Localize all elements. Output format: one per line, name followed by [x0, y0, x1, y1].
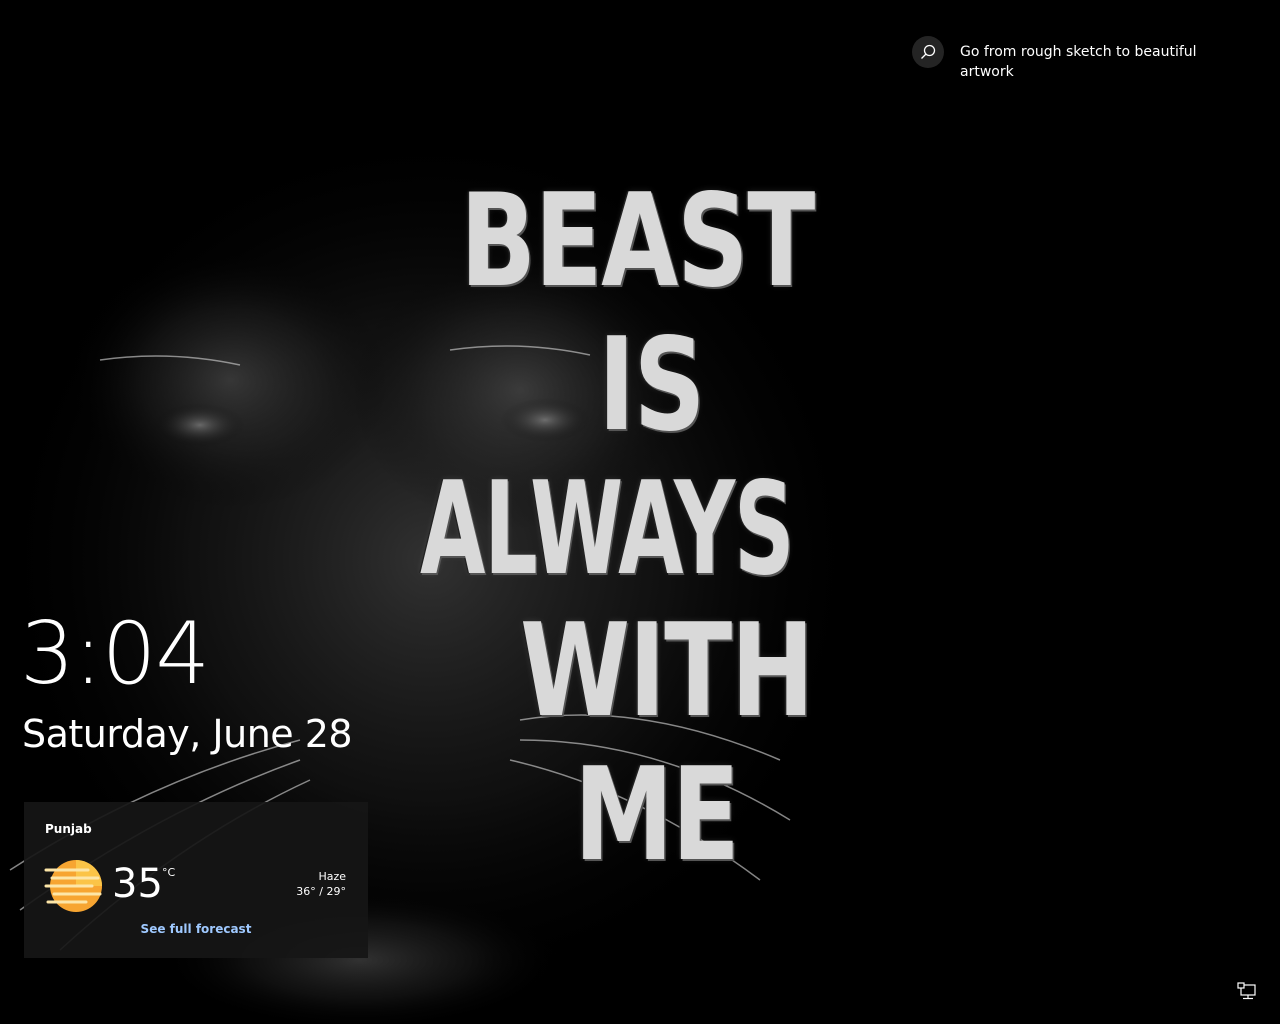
haze-sun-icon: [44, 856, 106, 914]
see-full-forecast-link[interactable]: See full forecast: [24, 922, 368, 936]
weather-card[interactable]: Punjab 35 °C Haze 36° / 29° See full for…: [24, 802, 368, 958]
network-icon[interactable]: [1236, 980, 1260, 1004]
wallpaper-text-line-3: ALWAYS: [420, 455, 795, 604]
lock-screen-date: Saturday, June 28: [22, 712, 353, 756]
wallpaper-text-line-5: ME: [574, 741, 740, 890]
weather-location: Punjab: [45, 822, 92, 836]
wallpaper-text-line-1: BEAST: [460, 167, 815, 316]
weather-condition: Haze: [318, 870, 346, 883]
weather-unit: °C: [162, 866, 176, 879]
search-icon[interactable]: [912, 36, 944, 68]
lock-screen: BEAST IS ALWAYS WITH ME Go from rough sk…: [0, 0, 1280, 1024]
lock-screen-time: 3:04: [20, 604, 210, 704]
wallpaper-text-line-2: IS: [598, 311, 705, 460]
weather-temperature: 35: [112, 861, 163, 907]
spotlight-suggestion[interactable]: Go from rough sketch to beautiful artwor…: [912, 36, 1212, 82]
wallpaper-text-line-4: WITH: [520, 597, 814, 746]
spotlight-text[interactable]: Go from rough sketch to beautiful artwor…: [960, 36, 1210, 82]
weather-high-low: 36° / 29°: [296, 885, 346, 898]
